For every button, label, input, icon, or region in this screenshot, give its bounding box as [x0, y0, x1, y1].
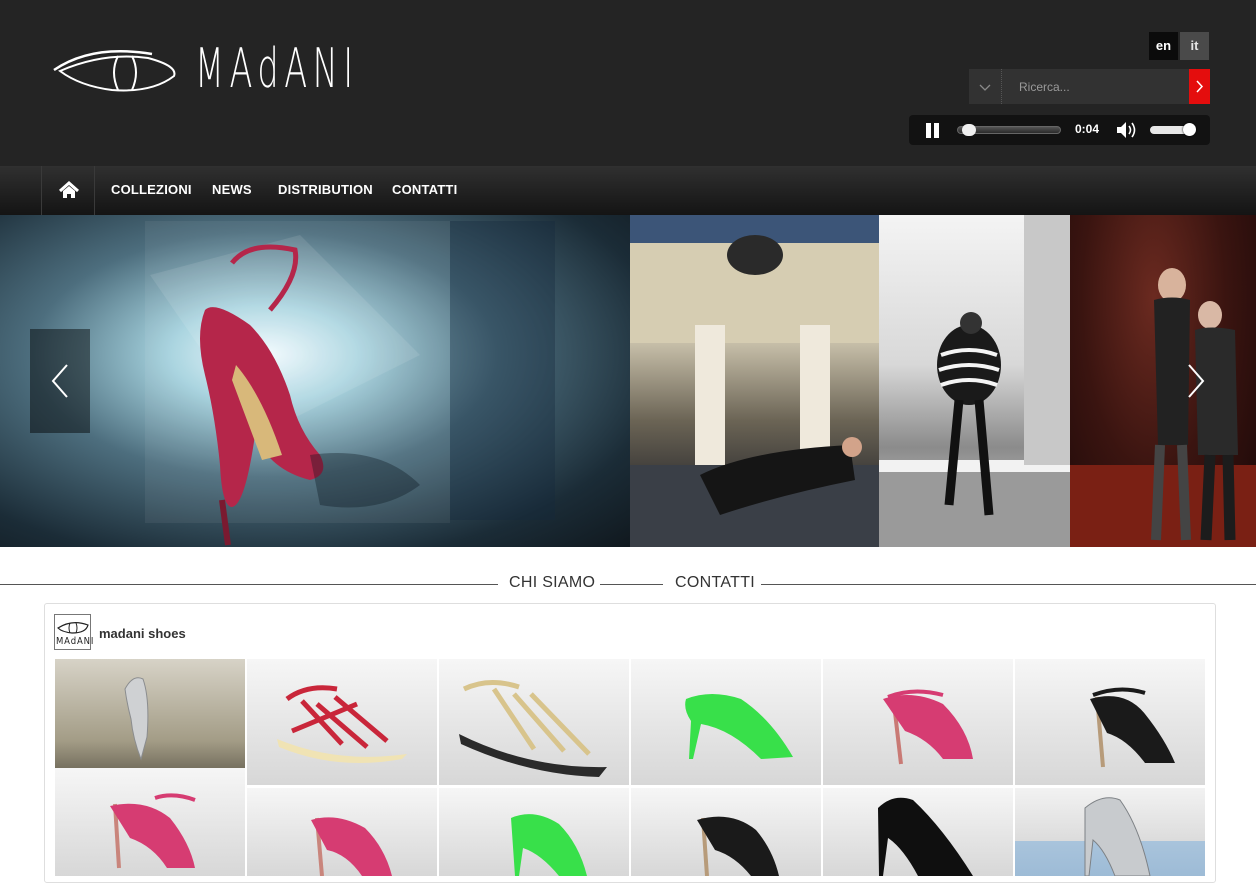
- playback-time: 0:04: [1075, 122, 1100, 136]
- slide-bridge-photo: [630, 215, 879, 547]
- slider-prev-button[interactable]: [30, 329, 90, 433]
- profile-avatar[interactable]: MAdANI: [54, 614, 95, 650]
- slide-red-heel-image: [0, 215, 630, 547]
- seek-handle[interactable]: [962, 124, 976, 136]
- nav-home-button[interactable]: [41, 166, 95, 215]
- audio-player: 0:04: [909, 115, 1210, 145]
- site-header: MAdANI en it 0:04: [0, 0, 1256, 166]
- green-heel-image: [685, 694, 793, 759]
- eye-logo-icon: [57, 622, 89, 634]
- chevron-down-icon: [979, 84, 991, 91]
- divider-line: [761, 584, 1256, 585]
- models-photo-artwork: [1070, 268, 1256, 547]
- bw-photo-artwork: [879, 215, 1070, 547]
- profile-avatar-text: MAdANI: [56, 636, 95, 647]
- pink-heel-image: [311, 817, 392, 876]
- bridge-photo-artwork: [630, 215, 879, 547]
- pause-icon: [934, 123, 939, 138]
- pink-heel-image: [883, 689, 973, 765]
- profile-name[interactable]: madani shoes: [99, 626, 186, 641]
- brand-name: MAdANI: [195, 37, 359, 100]
- gallery-photo[interactable]: [823, 659, 1013, 785]
- search-input[interactable]: [1004, 69, 1188, 104]
- brand-logo[interactable]: MAdANI: [52, 38, 353, 100]
- eye-logo-icon: [53, 49, 176, 92]
- divider-line: [600, 584, 663, 585]
- volume-handle[interactable]: [1183, 123, 1196, 136]
- pause-icon: [926, 123, 931, 138]
- slider-next-button[interactable]: [1166, 329, 1226, 433]
- slide-bw-fashion-photo: [879, 215, 1070, 547]
- pause-button[interactable]: [923, 115, 945, 145]
- slide-models-photo: [1070, 215, 1256, 547]
- search-scope-dropdown[interactable]: [969, 69, 1002, 104]
- black-heel-image: [697, 816, 779, 876]
- red-heel-artwork: [145, 221, 555, 546]
- home-icon: [59, 180, 79, 198]
- chevron-right-icon: [1188, 364, 1205, 398]
- silver-pump-image: [124, 677, 149, 761]
- nav-item-news[interactable]: NEWS: [212, 182, 252, 197]
- nav-item-distribution[interactable]: DISTRIBUTION: [278, 182, 373, 197]
- gallery-photo[interactable]: [823, 788, 1013, 876]
- nav-item-contatti[interactable]: CONTATTI: [392, 182, 457, 197]
- nav-item-collezioni[interactable]: COLLEZIONI: [111, 182, 192, 197]
- lang-en-button[interactable]: en: [1149, 32, 1178, 60]
- gallery-photo[interactable]: [55, 659, 245, 785]
- black-pump-image: [878, 797, 973, 876]
- gallery-photo[interactable]: [439, 659, 629, 785]
- divider-line: [0, 584, 498, 585]
- section-link-contatti[interactable]: CONTATTI: [675, 574, 755, 592]
- gallery-photo[interactable]: [247, 659, 437, 785]
- volume-icon[interactable]: [1115, 120, 1139, 140]
- volume-slider[interactable]: [1150, 123, 1196, 136]
- gallery-photo[interactable]: [247, 788, 437, 876]
- silver-pump-image: [1084, 797, 1151, 876]
- green-heel-image: [511, 814, 587, 876]
- gallery-photo[interactable]: [1015, 788, 1205, 876]
- gallery-photo[interactable]: [439, 788, 629, 876]
- search-submit-button[interactable]: [1189, 69, 1210, 104]
- seek-slider[interactable]: [957, 124, 1061, 136]
- hero-slider: [0, 215, 1256, 547]
- lang-it-button[interactable]: it: [1180, 32, 1209, 60]
- section-link-chi-siamo[interactable]: CHI SIAMO: [509, 574, 595, 592]
- black-heel-image: [1090, 687, 1175, 768]
- gallery-photo[interactable]: [631, 788, 821, 876]
- chevron-right-icon: [1196, 80, 1204, 93]
- gallery-photo[interactable]: [55, 768, 245, 876]
- gallery-photo[interactable]: [1015, 659, 1205, 785]
- gallery-photo[interactable]: [631, 659, 821, 785]
- gold-sandal-image: [459, 680, 607, 777]
- main-nav: COLLEZIONI NEWS DISTRIBUTION CONTATTI: [0, 166, 1256, 215]
- red-sandal-image: [277, 685, 407, 763]
- chevron-left-icon: [51, 364, 68, 398]
- search-bar: [969, 69, 1210, 104]
- pink-heel-image: [110, 793, 196, 869]
